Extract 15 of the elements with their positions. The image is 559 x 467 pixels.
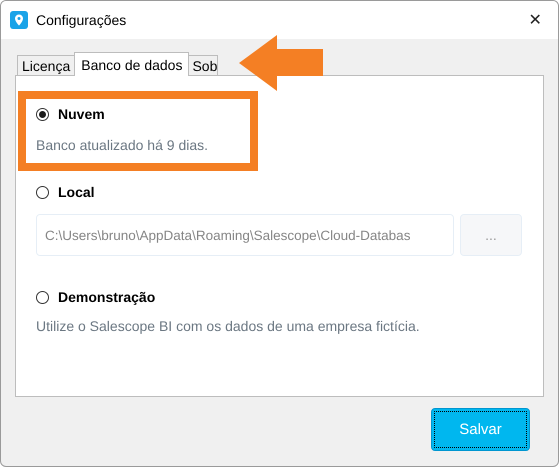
option-description: Banco atualizado há 9 dias. bbox=[36, 137, 210, 153]
radio-button[interactable] bbox=[36, 186, 49, 198]
option-label: Nuvem bbox=[58, 106, 105, 122]
tab[interactable]: Licença bbox=[17, 55, 76, 76]
tab[interactable]: Banco de dados bbox=[74, 52, 190, 76]
map-pin-icon bbox=[10, 11, 28, 29]
tab[interactable]: Sob bbox=[188, 55, 218, 76]
radio-button[interactable] bbox=[36, 290, 49, 304]
window-title: Configurações bbox=[36, 12, 126, 28]
option-description: Utilize o Salescope BI com os dados de uma empresa fictícia. bbox=[36, 318, 421, 334]
path-field[interactable]: C:\Users\bruno\AppData\Roaming\Salescope\Cloud-Databas bbox=[36, 214, 454, 256]
option-label: Local bbox=[58, 184, 95, 200]
radio-button[interactable] bbox=[36, 108, 49, 120]
close-button[interactable]: ✕ bbox=[512, 1, 558, 39]
option-label: Demonstração bbox=[58, 289, 156, 305]
